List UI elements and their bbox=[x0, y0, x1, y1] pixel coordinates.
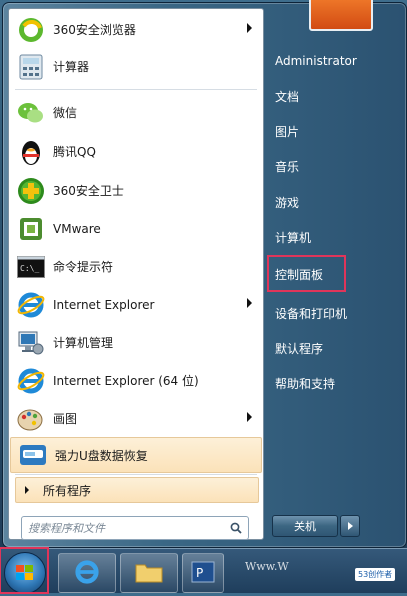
shutdown-options-button[interactable] bbox=[340, 515, 360, 537]
calculator-icon bbox=[16, 52, 46, 82]
ie-icon bbox=[74, 559, 100, 588]
watermark: Www.W bbox=[245, 560, 289, 573]
paint-icon bbox=[16, 404, 46, 434]
program-ie-64[interactable]: Internet Explorer (64 位) bbox=[9, 362, 263, 399]
program-360-safeguard[interactable]: 360安全卫士 bbox=[9, 172, 263, 209]
right-item-games[interactable]: 游戏 bbox=[272, 188, 299, 216]
right-item-label: 文档 bbox=[275, 89, 300, 104]
divider bbox=[15, 89, 257, 90]
program-label: 计算机管理 bbox=[53, 336, 114, 350]
shutdown-label: 关机 bbox=[294, 520, 316, 533]
computer-management-icon bbox=[16, 328, 46, 358]
highlight-box bbox=[267, 255, 346, 292]
program-label: 360安全卫士 bbox=[53, 184, 124, 198]
start-highlight-box bbox=[0, 547, 49, 594]
program-label: Internet Explorer (64 位) bbox=[53, 374, 199, 388]
right-item-administrator[interactable]: Administrator bbox=[272, 47, 357, 75]
ie-icon bbox=[16, 366, 46, 396]
right-item-label: 默认程序 bbox=[275, 341, 324, 356]
right-item-label: 设备和打印机 bbox=[275, 306, 348, 321]
program-computer-management[interactable]: 计算机管理 bbox=[9, 324, 263, 361]
svg-text:C:\_: C:\_ bbox=[20, 264, 39, 273]
right-item-documents[interactable]: 文档 bbox=[272, 82, 299, 110]
right-item-help-support[interactable]: 帮助和支持 bbox=[272, 369, 335, 397]
right-item-devices-printers[interactable]: 设备和打印机 bbox=[272, 299, 347, 327]
program-wechat[interactable]: 微信 bbox=[9, 94, 263, 131]
right-item-label: 图片 bbox=[275, 124, 300, 139]
program-calculator[interactable]: 计算器 bbox=[9, 48, 263, 85]
ie-icon bbox=[16, 290, 46, 320]
search-input[interactable]: 搜索程序和文件 bbox=[21, 516, 249, 540]
svg-text:P: P bbox=[196, 566, 203, 580]
taskbar-powershell-button[interactable]: P bbox=[182, 553, 224, 593]
vmware-icon bbox=[16, 214, 46, 244]
triangle-right-icon bbox=[347, 522, 353, 530]
program-label: 腾讯QQ bbox=[53, 145, 96, 159]
program-label: 强力U盘数据恢复 bbox=[55, 448, 148, 463]
powershell-icon: P bbox=[191, 561, 215, 586]
folder-icon bbox=[135, 561, 163, 586]
right-item-label: Administrator bbox=[275, 54, 357, 68]
programs-pane: 360安全浏览器 计算器 微信 腾讯QQ 360安全卫士 VMware C:\_… bbox=[8, 8, 264, 540]
places-pane: Administrator 文档 图片 音乐 游戏 计算机 控制面板 设备和打印… bbox=[266, 0, 406, 543]
program-ie[interactable]: Internet Explorer bbox=[9, 286, 263, 323]
chevron-right-icon bbox=[247, 298, 252, 308]
360-browser-icon bbox=[16, 15, 46, 45]
program-label: Internet Explorer bbox=[53, 297, 155, 312]
program-360-browser[interactable]: 360安全浏览器 bbox=[9, 11, 263, 48]
right-item-computer[interactable]: 计算机 bbox=[272, 223, 311, 251]
all-programs-label: 所有程序 bbox=[43, 483, 92, 498]
right-item-label: 音乐 bbox=[275, 159, 300, 174]
program-label: 计算器 bbox=[53, 60, 90, 74]
all-programs-button[interactable]: 所有程序 bbox=[15, 477, 259, 503]
program-qq[interactable]: 腾讯QQ bbox=[9, 133, 263, 170]
chevron-right-icon bbox=[247, 412, 252, 422]
program-usb-recovery[interactable]: 强力U盘数据恢复 bbox=[10, 437, 262, 473]
watermark-badge: 53创作者 bbox=[355, 568, 396, 581]
360-safeguard-icon bbox=[16, 176, 46, 206]
program-paint[interactable]: 画图 bbox=[9, 400, 263, 437]
program-label: VMware bbox=[53, 221, 101, 236]
program-vmware[interactable]: VMware bbox=[9, 210, 263, 247]
right-item-label: 游戏 bbox=[275, 195, 300, 210]
right-item-label: 帮助和支持 bbox=[275, 376, 336, 391]
program-label: 画图 bbox=[53, 412, 78, 426]
search-placeholder: 搜索程序和文件 bbox=[28, 522, 105, 535]
usb-recovery-icon bbox=[18, 440, 48, 470]
taskbar-ie-button[interactable] bbox=[58, 553, 116, 593]
triangle-right-icon bbox=[25, 486, 29, 494]
program-label: 命令提示符 bbox=[53, 260, 114, 274]
program-cmd[interactable]: C:\_ 命令提示符 bbox=[9, 248, 263, 285]
program-label: 360安全浏览器 bbox=[53, 23, 136, 37]
right-item-label: 计算机 bbox=[275, 230, 312, 245]
user-avatar[interactable] bbox=[309, 0, 373, 31]
divider bbox=[15, 474, 257, 475]
right-item-pictures[interactable]: 图片 bbox=[272, 117, 299, 145]
cmd-icon: C:\_ bbox=[16, 252, 46, 282]
start-menu: 360安全浏览器 计算器 微信 腾讯QQ 360安全卫士 VMware C:\_… bbox=[2, 0, 407, 548]
chevron-right-icon bbox=[247, 23, 252, 33]
right-item-music[interactable]: 音乐 bbox=[272, 152, 299, 180]
search-icon bbox=[230, 522, 242, 534]
right-item-default-programs[interactable]: 默认程序 bbox=[272, 334, 323, 362]
shutdown-button[interactable]: 关机 bbox=[272, 515, 338, 537]
qq-penguin-icon bbox=[16, 137, 46, 167]
taskbar-explorer-button[interactable] bbox=[120, 553, 178, 593]
wechat-icon bbox=[16, 98, 46, 128]
program-label: 微信 bbox=[53, 106, 78, 120]
